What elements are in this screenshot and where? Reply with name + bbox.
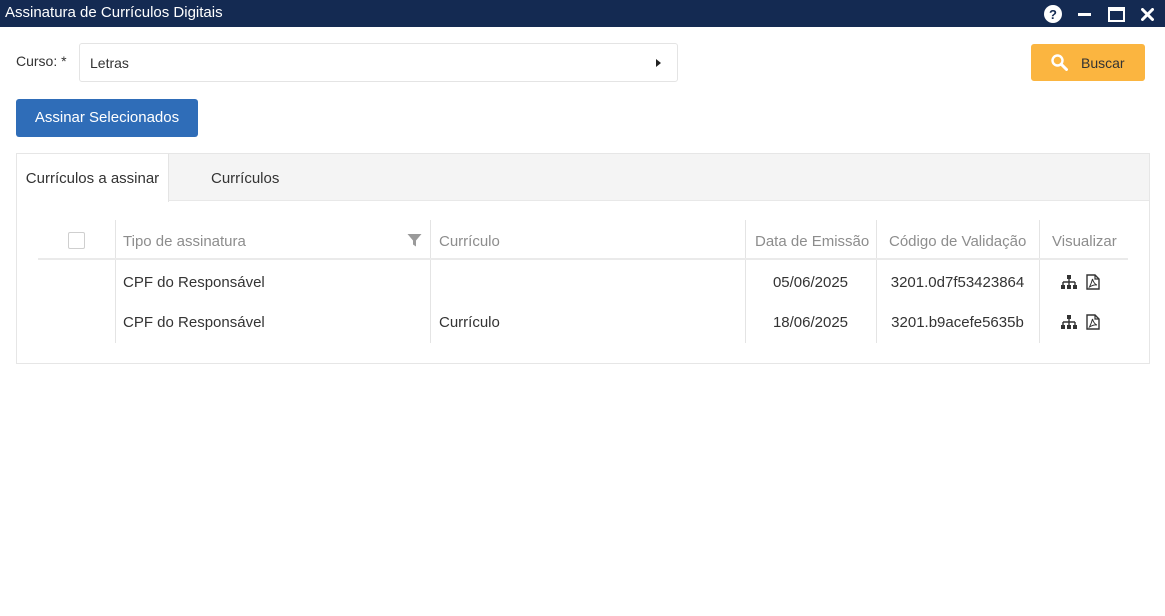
select-all-checkbox[interactable] [68, 232, 85, 249]
column-header-curriculo[interactable]: Currículo [439, 233, 500, 250]
filter-icon[interactable] [407, 233, 422, 248]
hierarchy-icon[interactable] [1061, 314, 1077, 330]
curso-select[interactable]: Letras [79, 43, 678, 82]
cell-tipo: CPF do Responsável [123, 274, 265, 291]
pdf-icon[interactable] [1085, 314, 1101, 330]
visualizar-actions [1061, 274, 1101, 290]
table-row[interactable]: CPF do Responsável Currículo 18/06/2025 … [38, 302, 1128, 342]
assinar-selecionados-button[interactable]: Assinar Selecionados [16, 99, 198, 137]
caret-right-icon [656, 59, 661, 67]
title-bar: Assinatura de Currículos Digitais ? [0, 0, 1165, 27]
tab-curriculos-a-assinar[interactable]: Currículos a assinar [17, 154, 169, 202]
cell-codigo: 3201.0d7f53423864 [890, 274, 1025, 291]
close-button[interactable] [1136, 3, 1158, 25]
maximize-button[interactable] [1105, 3, 1127, 25]
search-icon [1051, 54, 1068, 71]
curso-label: Curso: * [16, 53, 67, 69]
table-row[interactable]: CPF do Responsável 05/06/2025 3201.0d7f5… [38, 262, 1128, 302]
table-header: Tipo de assinatura Currículo Data de Emi… [38, 220, 1128, 260]
cell-data: 18/06/2025 [772, 314, 849, 331]
curso-value: Letras [90, 55, 129, 71]
cell-tipo: CPF do Responsável [123, 314, 265, 331]
column-header-tipo[interactable]: Tipo de assinatura [123, 233, 246, 250]
help-button[interactable]: ? [1042, 3, 1064, 25]
cell-codigo: 3201.b9acefe5635b [891, 314, 1024, 331]
minimize-icon [1077, 12, 1091, 16]
visualizar-actions [1061, 314, 1101, 330]
window-title: Assinatura de Currículos Digitais [5, 4, 223, 21]
cell-curriculo: Currículo [439, 314, 500, 331]
buscar-label: Buscar [1081, 55, 1125, 71]
tab-curriculos[interactable]: Currículos [211, 154, 279, 202]
curriculos-panel: Currículos a assinar Currículos Tipo de … [16, 153, 1150, 364]
column-header-data-emissao[interactable]: Data de Emissão [755, 233, 869, 250]
pdf-icon[interactable] [1085, 274, 1101, 290]
help-icon: ? [1044, 5, 1062, 23]
maximize-icon [1107, 6, 1125, 22]
minimize-button[interactable] [1073, 3, 1095, 25]
buscar-button[interactable]: Buscar [1031, 44, 1145, 81]
column-header-codigo-validacao[interactable]: Código de Validação [889, 233, 1026, 250]
column-header-visualizar: Visualizar [1052, 233, 1117, 250]
tab-bar: Currículos a assinar Currículos [17, 154, 1149, 202]
close-icon [1140, 7, 1154, 21]
hierarchy-icon[interactable] [1061, 274, 1077, 290]
cell-data: 05/06/2025 [772, 274, 849, 291]
